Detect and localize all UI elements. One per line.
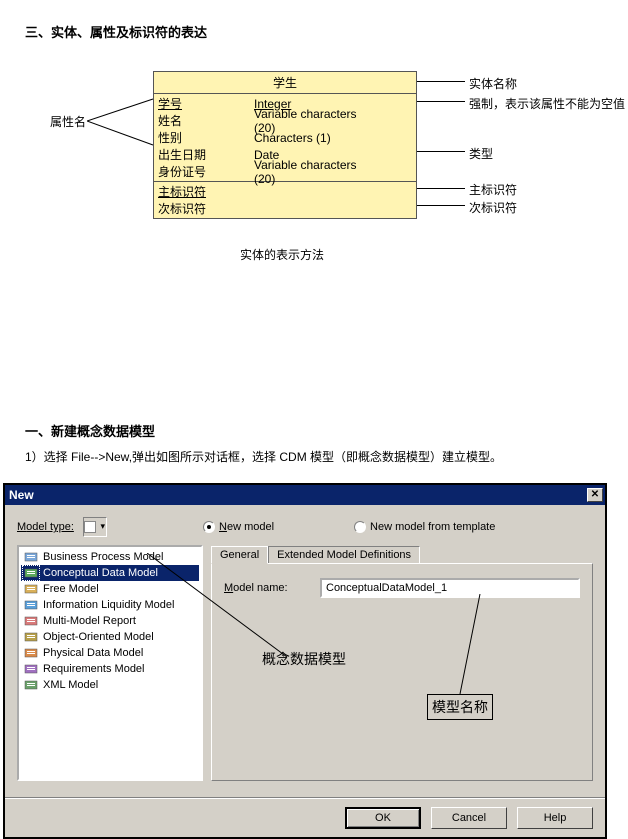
tree-item-label: Free Model [43, 583, 99, 595]
entity-diagram: 学生 学号Integer姓名Variable characters (20)性别… [25, 71, 603, 371]
label-primary-id: 主标识符 [469, 181, 517, 198]
close-button[interactable]: ✕ [587, 488, 603, 502]
label-entity-name: 实体名称 [469, 75, 517, 92]
connector-attr-name [87, 93, 157, 153]
identifier-row: 主标识符 [154, 183, 416, 200]
attr-row: 身份证号Variable characters (20) [154, 163, 416, 180]
model-type-icon [23, 582, 39, 596]
tree-item[interactable]: Requirements Model [21, 661, 199, 677]
new-dialog: New ✕ Model type: New model New model fr… [3, 483, 607, 839]
model-type-icon [23, 550, 39, 564]
entity-title: 学生 [154, 72, 416, 94]
connector-type [417, 151, 465, 152]
model-name-label: Model name: [224, 582, 308, 594]
tree-item-label: XML Model [43, 679, 98, 691]
radio-new-model[interactable]: New model [203, 521, 274, 533]
section-2-title: 一、新建概念数据模型 [25, 421, 603, 440]
tab-extended-defs[interactable]: Extended Model Definitions [268, 546, 420, 564]
label-type: 类型 [469, 145, 493, 162]
tree-item[interactable]: Multi-Model Report [21, 613, 199, 629]
help-button[interactable]: Help [517, 807, 593, 829]
ok-button[interactable]: OK [345, 807, 421, 829]
tree-item-label: Information Liquidity Model [43, 599, 174, 611]
label-attr-name: 属性名 [50, 113, 86, 130]
tree-item-label: Multi-Model Report [43, 615, 136, 627]
step-1-text: 1）选择 File-->New,弹出如图所示对话框，选择 CDM 模型（即概念数… [25, 448, 603, 465]
connector-entity-name [417, 81, 465, 82]
tree-item[interactable]: Information Liquidity Model [21, 597, 199, 613]
tab-general[interactable]: General [211, 546, 268, 564]
connector-secondary-id [417, 205, 465, 206]
model-type-tree[interactable]: Business Process Model Conceptual Data Mo… [17, 545, 203, 781]
model-type-icon [23, 614, 39, 628]
model-type-label: Model type: [17, 521, 83, 533]
model-type-icon [23, 678, 39, 692]
tree-item-label: Business Process Model [43, 551, 163, 563]
annotation-concept-model: 概念数据模型 [262, 649, 346, 669]
tree-item[interactable]: Free Model [21, 581, 199, 597]
entity-box: 学生 学号Integer姓名Variable characters (20)性别… [153, 71, 417, 219]
dialog-titlebar: New ✕ [5, 485, 605, 505]
model-type-icon [23, 646, 39, 660]
connector-model-name [442, 594, 502, 698]
tree-item-label: Object-Oriented Model [43, 631, 154, 643]
label-secondary-id: 次标识符 [469, 199, 517, 216]
tree-item[interactable]: Physical Data Model [21, 645, 199, 661]
label-mandatory: 强制，表示该属性不能为空值 [469, 95, 625, 112]
tree-item[interactable]: Conceptual Data Model [21, 565, 199, 581]
radio-new-from-template[interactable]: New model from template [354, 521, 495, 533]
section-1-title: 三、实体、属性及标识符的表达 [25, 22, 603, 41]
dialog-title: New [9, 488, 34, 502]
tree-item[interactable]: Business Process Model [21, 549, 199, 565]
grid-icon [84, 521, 96, 533]
tree-item-label: Requirements Model [43, 663, 145, 675]
view-mode-button[interactable] [83, 517, 107, 537]
connector-mandatory [417, 101, 465, 102]
tree-item[interactable]: XML Model [21, 677, 199, 693]
attr-row: 姓名Variable characters (20) [154, 112, 416, 129]
identifier-row: 次标识符 [154, 200, 416, 217]
connector-primary-id [417, 188, 465, 189]
tree-item[interactable]: Object-Oriented Model [21, 629, 199, 645]
attr-row: 性别Characters (1) [154, 129, 416, 146]
entity-caption: 实体的表示方法 [240, 246, 324, 263]
model-type-icon [23, 630, 39, 644]
model-type-icon [23, 662, 39, 676]
cancel-button[interactable]: Cancel [431, 807, 507, 829]
tree-item-label: Conceptual Data Model [43, 567, 158, 579]
tree-item-label: Physical Data Model [43, 647, 143, 659]
model-type-icon [23, 598, 39, 612]
model-type-icon [23, 566, 39, 580]
